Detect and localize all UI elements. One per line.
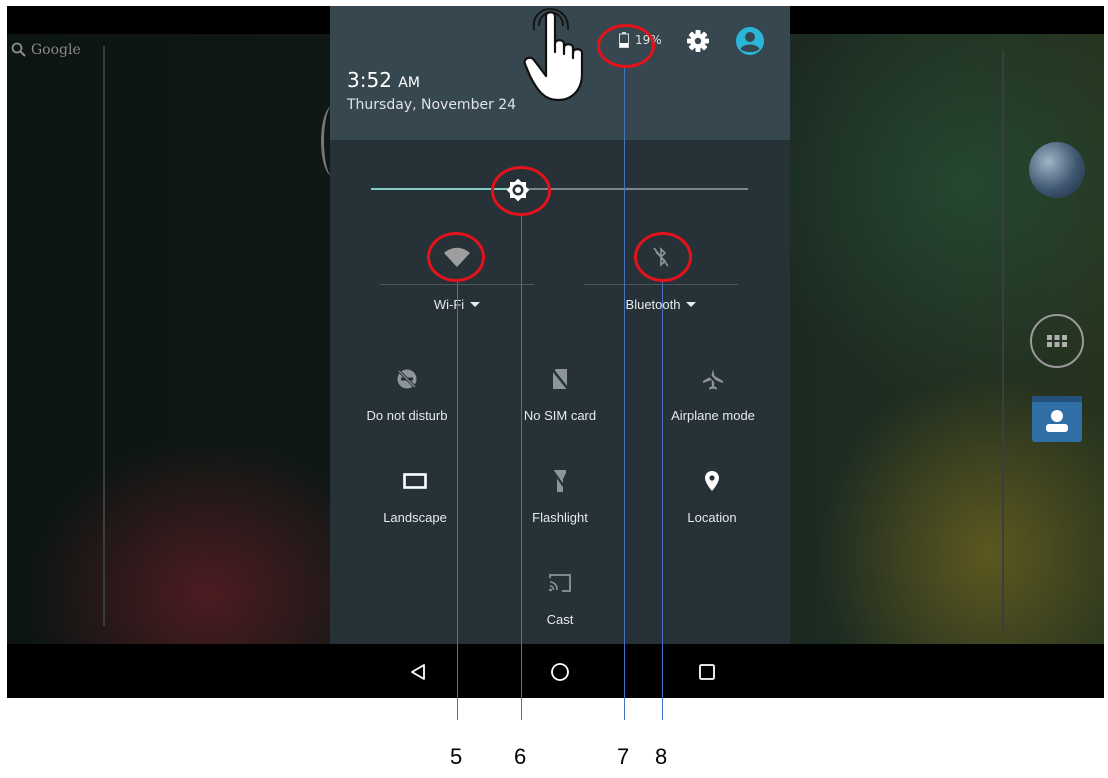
bluetooth-tile-label-row[interactable]: Bluetooth	[584, 297, 738, 312]
no-sim-tile-icon-area	[485, 364, 635, 394]
flashlight-tile-label: Flashlight	[532, 510, 588, 525]
clock-time: 3:52	[347, 68, 392, 92]
browser-app-icon[interactable]	[1029, 142, 1085, 198]
apps-grid-icon	[1047, 335, 1067, 347]
clock-ampm: AM	[398, 75, 420, 91]
navigation-bar	[7, 644, 1104, 698]
gear-icon	[687, 30, 709, 52]
recents-button[interactable]	[689, 654, 725, 690]
chevron-down-icon	[686, 301, 697, 307]
leader-line-6	[521, 216, 522, 720]
leader-line-8	[662, 282, 663, 720]
cast-tile-label: Cast	[546, 612, 574, 627]
landscape-tile-label: Landscape	[383, 510, 447, 525]
home-circle-icon	[551, 663, 569, 681]
recents-square-icon	[699, 664, 715, 680]
airplane-mode-tile-label: Airplane mode	[671, 408, 755, 423]
callout-ring-battery	[597, 24, 655, 68]
callout-label-5: 5	[450, 744, 463, 769]
all-apps-button[interactable]	[1030, 314, 1084, 368]
callout-label-8: 8	[655, 744, 668, 769]
location-tile-icon-area	[637, 466, 787, 496]
location-tile-label: Location	[687, 510, 737, 525]
chevron-down-icon	[470, 301, 481, 307]
brightness-track-empty	[526, 188, 748, 190]
date-label: Thursday, November 24	[347, 97, 517, 113]
flashlight-tile-icon-area	[485, 466, 635, 496]
back-triangle-icon	[411, 664, 425, 680]
no-sim-icon	[551, 368, 569, 390]
callout-ring-bluetooth	[634, 232, 692, 282]
clock[interactable]: 3:52 AM	[347, 68, 420, 92]
home-divider-right	[1002, 50, 1004, 630]
bluetooth-tile-label: Bluetooth	[625, 297, 681, 312]
airplane-mode-tile-icon-area	[638, 364, 788, 394]
callout-label-6: 6	[514, 744, 527, 769]
callout-ring-wifi	[427, 232, 485, 282]
callout-ring-brightness	[491, 166, 551, 216]
account-avatar-icon	[736, 27, 764, 55]
do-not-disturb-tile-label: Do not disturb	[366, 408, 448, 423]
home-button[interactable]	[542, 654, 578, 690]
contact-person-icon	[1032, 396, 1082, 432]
back-button[interactable]	[400, 654, 436, 690]
cast-tile-icon-area	[485, 568, 635, 598]
settings-button[interactable]	[685, 28, 711, 58]
airplane-mode-tile[interactable]: Airplane mode	[638, 364, 788, 423]
wifi-tile-label: Wi-Fi	[433, 297, 465, 312]
airplane-icon	[703, 369, 723, 390]
no-sim-tile[interactable]: No SIM card	[485, 364, 635, 423]
do-not-disturb-tile-icon-area	[332, 364, 482, 394]
contacts-app-icon[interactable]	[1032, 396, 1082, 442]
user-switch-button[interactable]	[735, 26, 765, 60]
bluetooth-tile-divider	[584, 284, 738, 285]
search-icon	[11, 42, 26, 57]
pointing-hand-icon	[523, 8, 584, 102]
google-search-bar[interactable]: Google	[11, 42, 81, 58]
landscape-tile[interactable]: Landscape	[340, 466, 490, 525]
landscape-icon	[403, 473, 427, 489]
leader-line-5	[457, 282, 458, 720]
google-search-label: Google	[31, 42, 81, 58]
flashlight-icon	[552, 470, 568, 492]
callout-label-7: 7	[617, 744, 630, 769]
cast-tile[interactable]: Cast	[485, 568, 635, 627]
landscape-tile-icon-area	[340, 466, 490, 496]
leader-line-7	[624, 68, 625, 720]
location-tile[interactable]: Location	[637, 466, 787, 525]
location-icon	[705, 471, 719, 491]
no-sim-tile-label: No SIM card	[523, 408, 597, 423]
do-not-disturb-tile[interactable]: Do not disturb	[332, 364, 482, 423]
device-screen: Google 3:52 AM Thursday, November 24 19%…	[7, 6, 1104, 698]
cast-icon	[549, 574, 571, 592]
flashlight-tile[interactable]: Flashlight	[485, 466, 635, 525]
do-not-disturb-icon	[396, 368, 418, 390]
home-divider-left	[103, 46, 105, 626]
